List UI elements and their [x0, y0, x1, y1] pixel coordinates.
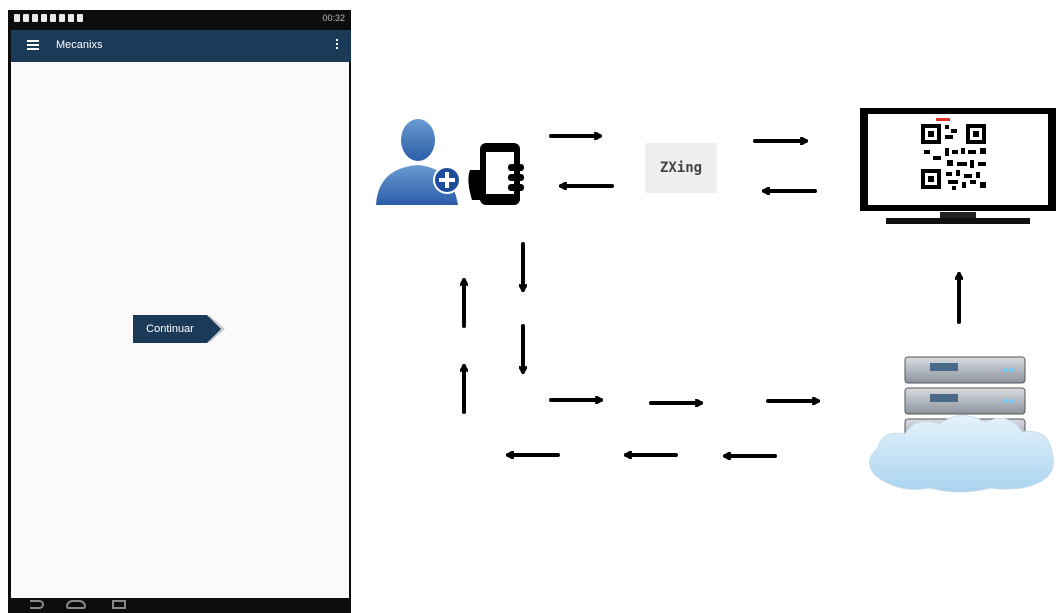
continue-button[interactable]: Continuar — [133, 315, 207, 343]
back-icon[interactable] — [30, 600, 44, 609]
notification-icons — [14, 14, 83, 24]
system-nav-bar — [8, 598, 351, 613]
smartphone-hand-icon — [468, 143, 524, 205]
recent-apps-icon[interactable] — [112, 600, 126, 609]
hamburger-menu-icon[interactable] — [27, 40, 39, 50]
continue-button-arrow[interactable] — [207, 315, 221, 343]
more-vert-icon[interactable] — [336, 39, 339, 51]
home-icon[interactable] — [66, 600, 86, 609]
app-content: Continuar — [11, 62, 349, 598]
user-add-icon — [376, 119, 461, 205]
phone-screenshot: 00:32 Mecanixs Continuar — [8, 10, 351, 613]
zxing-logo: ZXing — [645, 143, 717, 193]
app-bar: Mecanixs — [11, 30, 351, 62]
status-bar: 00:32 — [8, 10, 351, 30]
cloud-server-icon — [869, 356, 1054, 493]
monitor-qr-icon — [860, 108, 1056, 224]
status-time: 00:32 — [322, 13, 345, 23]
app-title: Mecanixs — [56, 39, 103, 51]
